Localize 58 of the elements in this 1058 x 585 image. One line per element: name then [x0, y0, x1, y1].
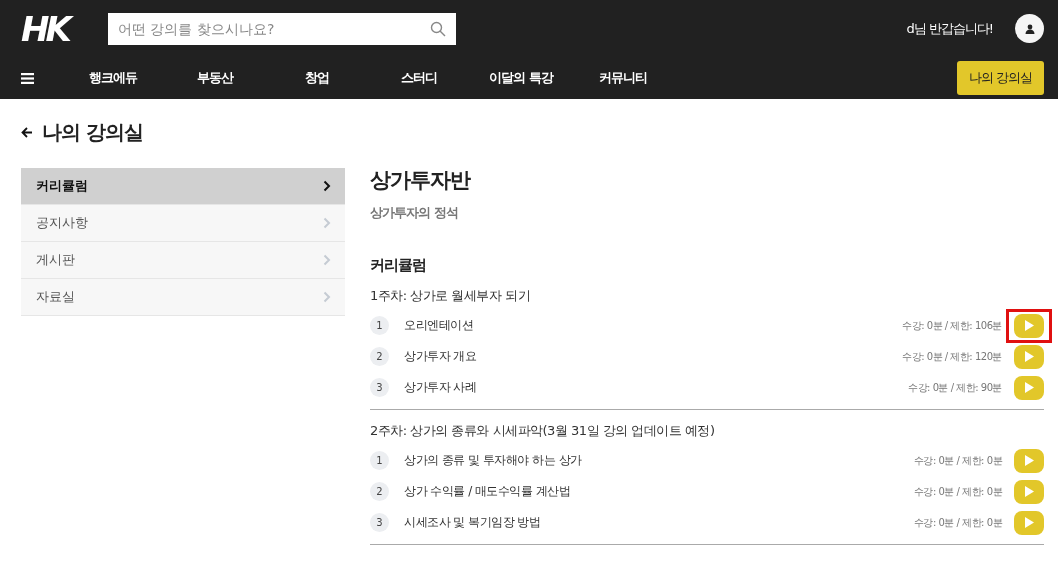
week-title: 1주차: 상가로 월세부자 되기: [370, 287, 532, 305]
back-arrow-icon[interactable]: [21, 126, 33, 138]
logo[interactable]: HK: [21, 8, 87, 49]
lesson-title: 오리엔테이션: [404, 317, 473, 334]
play-icon: [1023, 485, 1035, 498]
search-icon[interactable]: [430, 20, 446, 37]
chevron-right-icon: [323, 217, 331, 229]
play-button[interactable]: [1014, 375, 1044, 400]
sidebar-item[interactable]: 커리큘럼: [21, 168, 345, 205]
lesson-title: 상가의 종류 및 투자해야 하는 상가: [404, 452, 582, 469]
play-button[interactable]: [1014, 448, 1044, 473]
watch-time-text: 수강: 0분 / 제한: 90분: [908, 380, 1002, 395]
chevron-right-icon: [323, 291, 331, 303]
lesson-title: 상가투자 사례: [404, 379, 477, 396]
course-subtitle: 상가투자의 정석: [370, 204, 459, 222]
nav-link[interactable]: 이달의 특강: [470, 69, 572, 87]
lesson-number: 1: [370, 451, 389, 470]
lesson-number: 2: [370, 482, 389, 501]
my-classroom-button[interactable]: 나의 강의실: [956, 61, 1044, 95]
watch-time-text: 수강: 0분 / 제한: 120분: [902, 349, 1002, 364]
nav-link[interactable]: 행크에듀: [62, 69, 164, 87]
nav-link[interactable]: 부동산: [164, 69, 266, 87]
nav-link[interactable]: 커뮤니티: [572, 69, 674, 87]
play-icon: [1023, 350, 1035, 363]
play-icon: [1023, 516, 1035, 529]
lesson-number: 3: [370, 513, 389, 532]
chevron-right-icon: [323, 254, 331, 266]
week-title: 2주차: 상가의 종류와 시세파악(3월 31일 강의 업데이트 예정): [370, 422, 716, 440]
play-icon: [1023, 454, 1035, 467]
section-heading: 커리큘럼: [370, 256, 427, 275]
watch-time-text: 수강: 0분 / 제한: 0분: [913, 515, 1002, 530]
course-title: 상가투자반: [370, 167, 472, 194]
lesson-title: 시세조사 및 복기임장 방법: [404, 514, 541, 531]
play-button[interactable]: [1014, 479, 1044, 504]
watch-time-text: 수강: 0분 / 제한: 0분: [913, 453, 1002, 468]
play-icon: [1023, 319, 1035, 332]
sidebar-item[interactable]: 공지사항: [21, 205, 345, 242]
chevron-right-icon: [323, 180, 331, 192]
sidebar-item[interactable]: 자료실: [21, 279, 345, 316]
play-button[interactable]: [1014, 344, 1044, 369]
search-field[interactable]: 어떤 강의를 찾으시나요?: [108, 12, 456, 45]
play-button[interactable]: [1014, 313, 1044, 338]
greeting-text: d님 반갑습니다!: [906, 19, 993, 38]
sidebar-item[interactable]: 게시판: [21, 242, 345, 279]
menu-icon[interactable]: [21, 72, 34, 84]
lesson-title: 상가투자 개요: [404, 348, 477, 365]
play-icon: [1023, 381, 1035, 394]
watch-time-text: 수강: 0분 / 제한: 0분: [913, 484, 1002, 499]
user-avatar-icon[interactable]: [1015, 14, 1044, 43]
page-title: 나의 강의실: [42, 118, 143, 146]
nav-link[interactable]: 창업: [266, 69, 368, 87]
lesson-number: 1: [370, 316, 389, 335]
lesson-number: 2: [370, 347, 389, 366]
play-button[interactable]: [1014, 510, 1044, 535]
nav-link[interactable]: 스터디: [368, 69, 470, 87]
lesson-title: 상가 수익률 / 매도수익률 계산법: [404, 483, 571, 500]
lesson-number: 3: [370, 378, 389, 397]
watch-time-text: 수강: 0분 / 제한: 106분: [902, 318, 1002, 333]
